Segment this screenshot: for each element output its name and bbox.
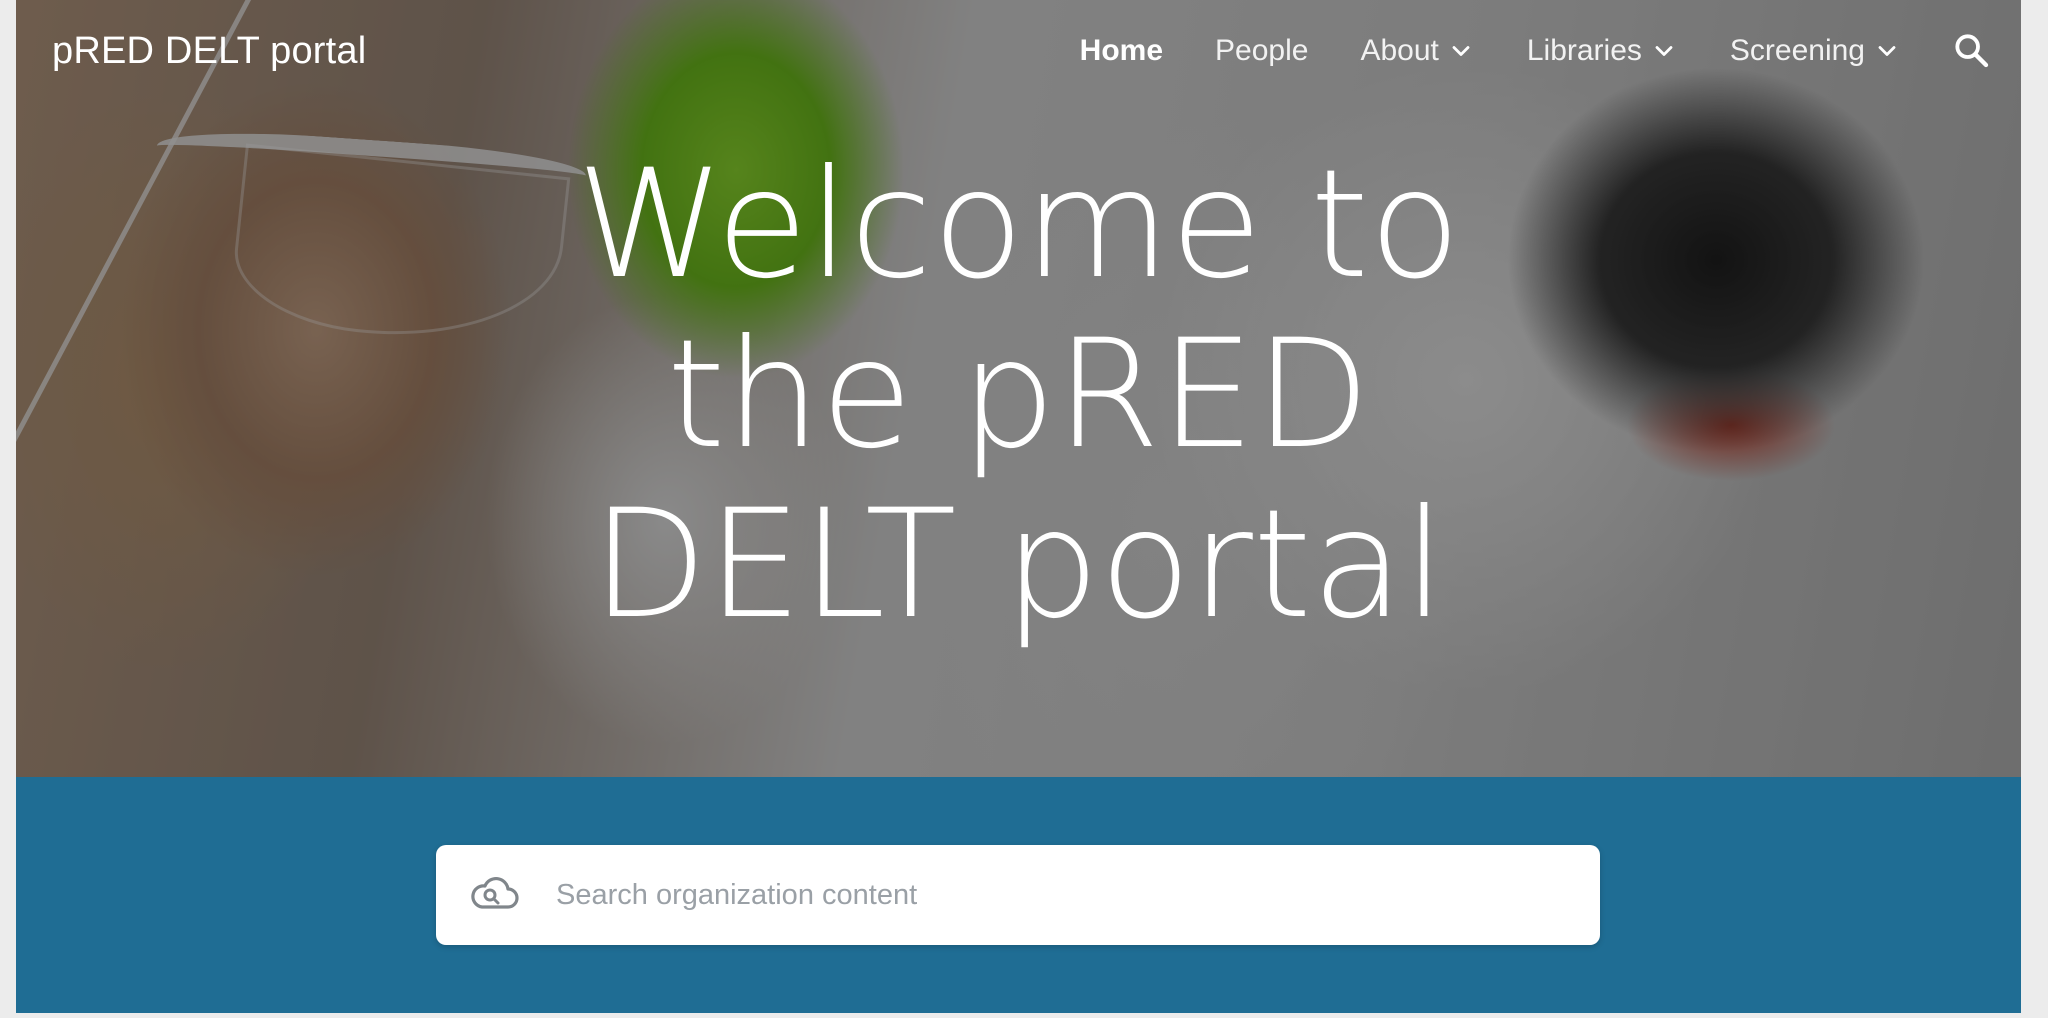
hero-heading-line: DELT portal <box>591 478 1446 652</box>
hero-banner: pRED DELT portal Home People About Libra… <box>16 0 2021 777</box>
chevron-down-icon[interactable] <box>1650 37 1678 65</box>
nav-item-label: Screening <box>1729 34 1865 67</box>
chevron-down-icon[interactable] <box>1873 37 1901 65</box>
page-frame: pRED DELT portal Home People About Libra… <box>16 0 2021 1013</box>
cloud-search-icon <box>471 876 519 909</box>
search-input[interactable] <box>554 864 1558 926</box>
nav-menu: Home People About Libraries Screening <box>1080 34 1901 68</box>
top-navigation: pRED DELT portal Home People About Libra… <box>16 0 2021 110</box>
hero-heading-line: Welcome to <box>576 138 1461 312</box>
search-box[interactable] <box>436 845 1600 945</box>
search-icon[interactable] <box>1951 30 1991 70</box>
search-section <box>16 777 2021 1013</box>
nav-item-screening[interactable]: Screening <box>1730 34 1901 68</box>
hero-heading-line: the pRED <box>666 308 1371 482</box>
nav-item-label: About <box>1360 34 1439 67</box>
site-title[interactable]: pRED DELT portal <box>52 30 366 73</box>
nav-item-label: Libraries <box>1526 34 1642 67</box>
nav-item-libraries[interactable]: Libraries <box>1527 34 1678 68</box>
chevron-down-icon[interactable] <box>1447 37 1475 65</box>
hero-heading: Welcome to the pRED DELT portal <box>16 140 2021 650</box>
nav-item-about[interactable]: About <box>1360 34 1474 68</box>
nav-item-home[interactable]: Home <box>1080 34 1163 68</box>
nav-item-label: Home <box>1079 34 1164 67</box>
nav-item-people[interactable]: People <box>1215 34 1308 68</box>
nav-item-label: People <box>1215 34 1309 67</box>
